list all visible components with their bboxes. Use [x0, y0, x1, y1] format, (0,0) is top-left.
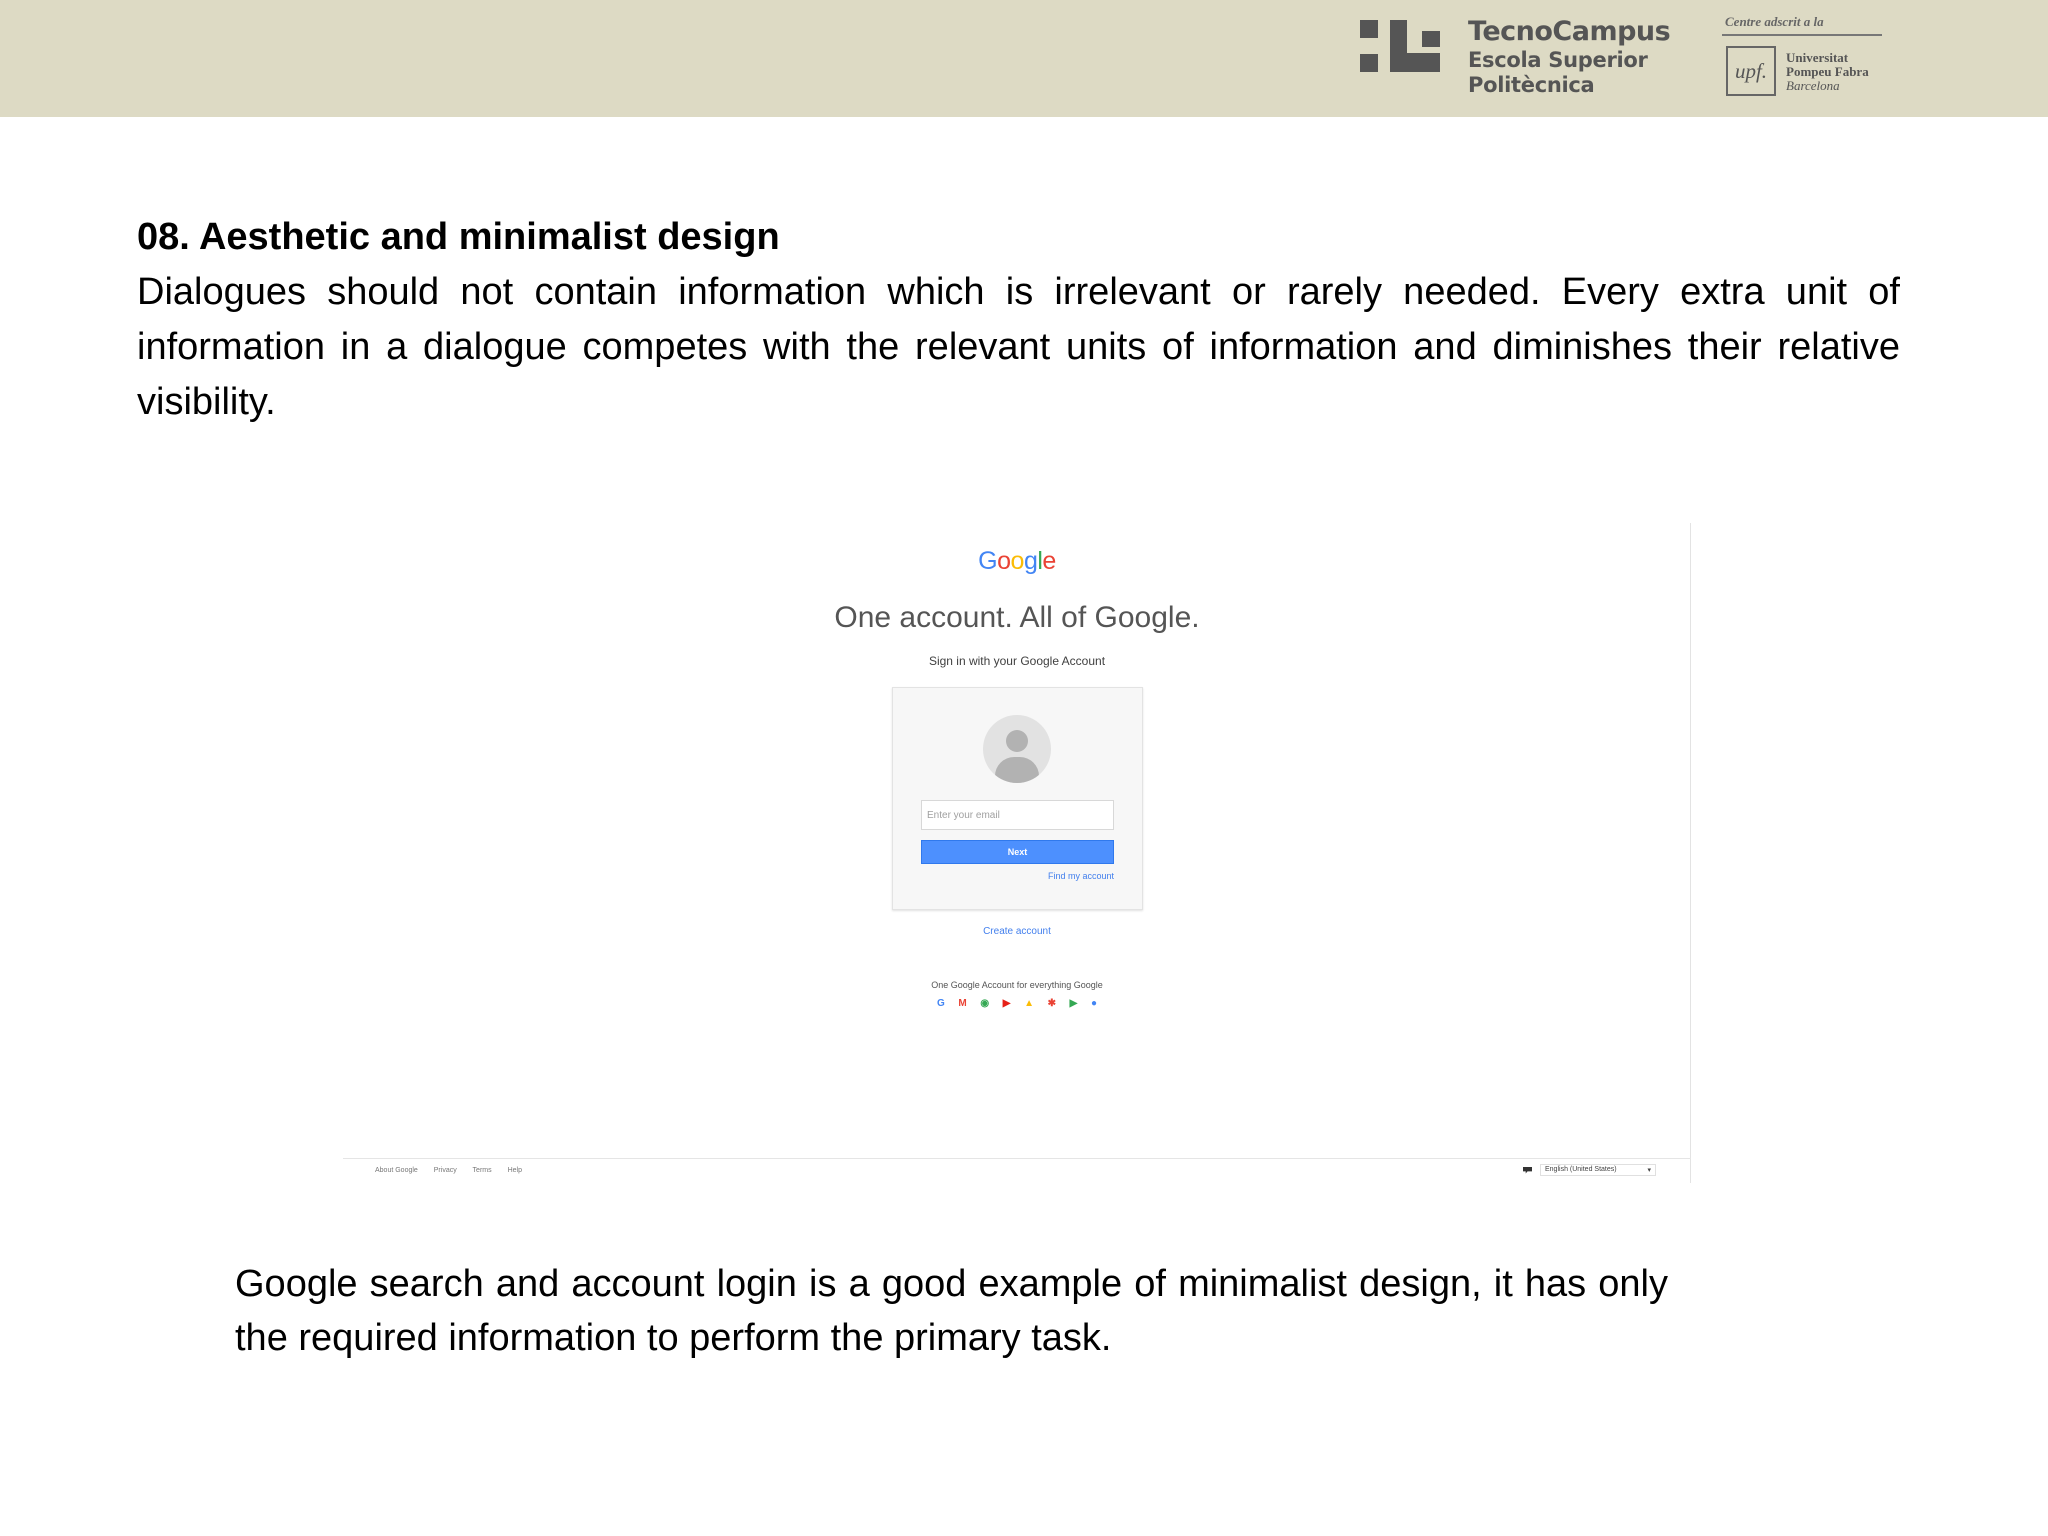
signin-heading: One account. All of Google.	[834, 601, 1200, 634]
google-signin-screenshot: Google One account. All of Google. Sign …	[343, 523, 1691, 1183]
avatar-head	[1006, 730, 1028, 752]
school-name-line3: Politècnica	[1468, 73, 1595, 97]
gmail-icon[interactable]: M	[958, 998, 966, 1010]
play-icon[interactable]: ▶	[1070, 998, 1078, 1010]
signin-card: Next Find my account	[892, 687, 1143, 910]
slide-body-text: Dialogues should not contain information…	[137, 271, 1900, 423]
affiliation-divider	[1722, 34, 1882, 36]
google-logo-letter: g	[1023, 547, 1038, 575]
google-logo-letter: e	[1042, 547, 1056, 575]
university-name-line1: Universitat	[1786, 50, 1849, 65]
google-logo: Google	[343, 547, 1691, 576]
footer-link-about[interactable]: About Google	[375, 1167, 418, 1174]
google-tagline: One Google Account for everything Google	[931, 980, 1103, 990]
youtube-icon[interactable]: ▶	[1003, 998, 1011, 1010]
next-button[interactable]: Next	[921, 840, 1114, 864]
school-name-line1: TecnoCampus	[1468, 16, 1671, 47]
upf-logo-icon: upf.	[1726, 46, 1776, 96]
tecnocampus-wordmark: TecnoCampus Escola Superior Politècnica	[1468, 16, 1671, 98]
slide-title: 08. Aesthetic and minimalist design	[137, 216, 780, 258]
product-icons-row: G M ◉ ▶ ▲ ✱ ▶ ●	[937, 997, 1097, 1011]
chrome-icon[interactable]: ●	[1091, 998, 1097, 1010]
create-account-link[interactable]: Create account	[343, 926, 1691, 937]
header-band: TecnoCampus Escola Superior Politècnica …	[0, 0, 2048, 117]
footer-link-terms[interactable]: Terms	[473, 1167, 492, 1174]
language-select[interactable]: English (United States) ▾	[1540, 1164, 1656, 1176]
chevron-down-icon: ▾	[1647, 1167, 1651, 1174]
email-input[interactable]	[921, 800, 1114, 830]
affiliation-caption: Centre adscrit a la	[1725, 14, 1824, 29]
feedback-icon	[1523, 1166, 1532, 1174]
google-logo-letter: o	[1010, 547, 1025, 575]
school-name-line2: Escola Superior	[1468, 48, 1648, 72]
avatar-body	[995, 757, 1039, 783]
google-logo-letter: G	[978, 547, 998, 575]
language-selector[interactable]: English (United States) ▾	[1523, 1164, 1656, 1176]
university-name-line3: Barcelona	[1786, 78, 1840, 93]
footer-link-help[interactable]: Help	[508, 1167, 522, 1174]
find-account-link[interactable]: Find my account	[1048, 871, 1114, 881]
university-name-line2: Pompeu Fabra	[1786, 64, 1869, 79]
signin-subheading: Sign in with your Google Account	[928, 654, 1106, 668]
tecnocampus-logo-icon	[1360, 20, 1440, 72]
drive-icon[interactable]: ▲	[1024, 998, 1034, 1010]
slide-caption: Google search and account login is a goo…	[235, 1263, 1668, 1359]
maps-icon[interactable]: ◉	[980, 998, 989, 1010]
footer-links: About Google Privacy Terms Help	[375, 1167, 536, 1174]
google-logo-letter: o	[997, 547, 1011, 575]
language-value: English (United States)	[1545, 1166, 1617, 1173]
footer-link-privacy[interactable]: Privacy	[434, 1167, 457, 1174]
google-icon[interactable]: G	[937, 998, 945, 1010]
university-name: Universitat Pompeu Fabra Barcelona	[1786, 51, 1869, 93]
avatar-icon	[983, 715, 1051, 783]
photos-icon[interactable]: ✱	[1048, 998, 1056, 1010]
footer-divider	[343, 1158, 1691, 1159]
